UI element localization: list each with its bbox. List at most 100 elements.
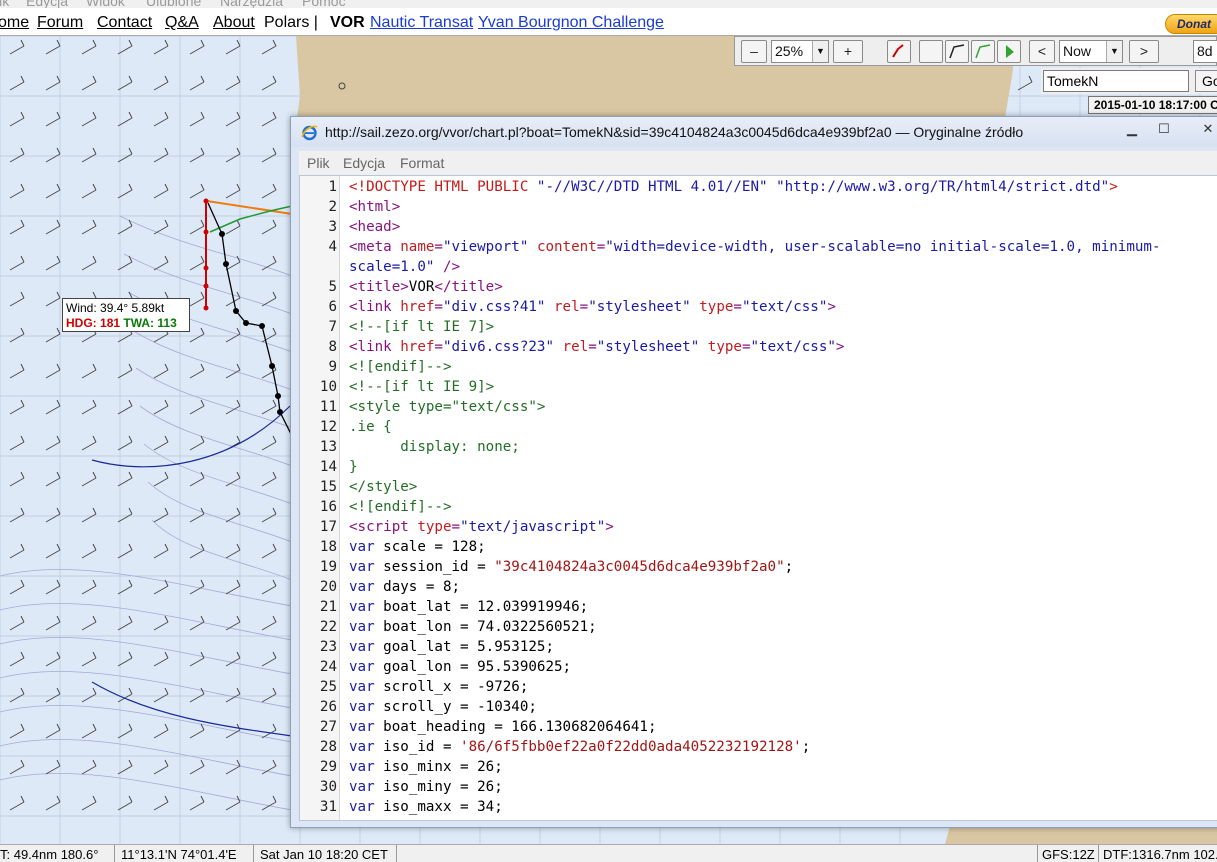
line-code: var scale = 128; xyxy=(349,539,486,555)
browser-menu-favorites[interactable]: Ulubione xyxy=(146,0,201,8)
source-menu-format[interactable]: Format xyxy=(400,155,444,171)
line-code: <html> xyxy=(349,199,401,215)
minimize-button[interactable]: ▁ xyxy=(1119,121,1145,139)
wind-barb-icon xyxy=(81,39,97,55)
time-select-value: Now xyxy=(1063,43,1092,59)
wind-barb-icon xyxy=(81,219,97,235)
nav-qa-link[interactable]: Q&A xyxy=(165,14,199,32)
wind-barb-icon xyxy=(9,147,25,163)
wind-barb-icon xyxy=(189,471,205,487)
wind-barb-icon xyxy=(189,219,205,235)
nav-contact-link[interactable]: Contact xyxy=(97,14,152,32)
wind-barb-icon xyxy=(45,795,61,811)
zoom-out-button[interactable]: – xyxy=(741,40,767,63)
boat-name-input[interactable]: TomekN xyxy=(1043,70,1189,92)
wind-barb-icon xyxy=(261,615,277,631)
code-line: 17 <script type="text/javascript"> xyxy=(300,517,1217,537)
code-line: 19 var session_id = "39c4104824a3c0045d6d… xyxy=(300,557,1217,577)
source-menu-file[interactable]: Plik xyxy=(307,155,330,171)
wind-barb-icon xyxy=(81,651,97,667)
wind-barb-icon xyxy=(81,255,97,271)
boat-tool-button[interactable] xyxy=(997,40,1021,63)
boat-track-line xyxy=(207,202,293,437)
hdg-value: 181 xyxy=(100,316,121,330)
line-number: 24 xyxy=(319,659,337,675)
wind-barb-icon xyxy=(153,507,169,523)
route-point xyxy=(203,283,209,289)
nav-home-link[interactable]: ome xyxy=(0,14,29,32)
wind-barb-icon xyxy=(45,651,61,667)
code-line: 6 <link href="div.css?41" rel="stylesheet… xyxy=(300,297,1217,317)
donate-button[interactable]: Donat xyxy=(1165,14,1217,34)
close-button[interactable]: ✕ xyxy=(1195,121,1217,139)
nav-forum-link[interactable]: Forum xyxy=(37,14,83,32)
line-number: 18 xyxy=(319,539,337,555)
wind-barb-icon xyxy=(189,615,205,631)
wind-barb-icon xyxy=(45,543,61,559)
wind-barb-icon xyxy=(261,219,277,235)
line-number: 23 xyxy=(319,639,337,655)
prev-time-button[interactable]: < xyxy=(1029,40,1055,63)
code-line: 1 <!DOCTYPE HTML PUBLIC "-//W3C//DTD HTML… xyxy=(300,177,1217,197)
time-select[interactable]: Now ▼ xyxy=(1059,40,1123,63)
line-number: 22 xyxy=(319,619,337,635)
wind-streamline xyxy=(0,773,293,811)
wind-barb-icon xyxy=(261,183,277,199)
line-code: <head> xyxy=(349,219,401,235)
line-number: 25 xyxy=(319,679,337,695)
line-code: } xyxy=(349,459,358,475)
wind-barb-icon xyxy=(9,579,25,595)
days-input[interactable]: 8d xyxy=(1193,40,1217,63)
maximize-button[interactable]: ☐ xyxy=(1151,121,1177,139)
red-route-icon xyxy=(892,44,904,58)
zoom-select[interactable]: 25% ▼ xyxy=(771,40,829,63)
browser-menu-tools[interactable]: Narzędzia xyxy=(220,0,283,8)
polyline-tool-button[interactable] xyxy=(945,40,969,63)
wind-barb-icon xyxy=(45,255,61,271)
wind-barb-icon xyxy=(81,183,97,199)
zoom-in-button[interactable]: + xyxy=(833,40,863,63)
wind-barb-icon xyxy=(261,291,277,307)
code-line: 2 <html> xyxy=(300,197,1217,217)
route-tool-button[interactable] xyxy=(887,40,911,63)
nav-race-yvan-bourgnon[interactable]: Yvan Bourgnon Challenge xyxy=(478,14,664,32)
nav-about-link[interactable]: About xyxy=(213,14,255,32)
next-time-button[interactable]: > xyxy=(1129,40,1159,63)
browser-menu-view[interactable]: Widok xyxy=(86,0,125,8)
line-number: 1 xyxy=(328,179,337,195)
green-line-tool-button[interactable] xyxy=(971,40,995,63)
line-code: <style type="text/css"> xyxy=(349,399,546,415)
wind-barb-icon xyxy=(225,543,241,559)
status-separator xyxy=(396,845,397,862)
browser-menu-edit[interactable]: Edycja xyxy=(26,0,68,8)
boat-go-button[interactable]: Go xyxy=(1195,70,1217,92)
nav-race-nautic-transat[interactable]: Nautic Transat xyxy=(370,14,473,32)
wind-barb-icon xyxy=(81,363,97,379)
line-code: var iso_maxx = 34; xyxy=(349,799,503,815)
line-code: var scroll_x = -9726; xyxy=(349,679,529,695)
browser-menu-file[interactable]: lik xyxy=(0,0,9,8)
line-code: <meta name="viewport" content="width=dev… xyxy=(349,239,1161,275)
source-menu-edit[interactable]: Edycja xyxy=(343,155,385,171)
wind-barb-icon xyxy=(45,39,61,55)
status-separator xyxy=(1037,845,1038,862)
source-code-view[interactable]: 1 <!DOCTYPE HTML PUBLIC "-//W3C//DTD HTML… xyxy=(299,175,1217,821)
wind-barb-icon xyxy=(45,291,61,307)
wind-barb-icon xyxy=(9,399,25,415)
browser-menu-help[interactable]: Pomoc xyxy=(302,0,346,8)
wind-barb-icon xyxy=(45,759,61,775)
wind-barb-icon xyxy=(9,327,25,343)
wind-barb-icon xyxy=(9,615,25,631)
nav-polars-link[interactable]: Polars | xyxy=(264,14,318,32)
wind-barb-icon xyxy=(261,399,277,415)
wind-barb-icon xyxy=(261,723,277,739)
line-number: 29 xyxy=(319,759,337,775)
status-time: Sat Jan 10 18:20 CET xyxy=(260,847,388,862)
code-line: 15 </style> xyxy=(300,477,1217,497)
source-window-titlebar[interactable]: http://sail.zezo.org/vvor/chart.pl?boat=… xyxy=(291,117,1217,147)
wind-barb-icon xyxy=(45,435,61,451)
blank-tool-button[interactable] xyxy=(919,40,943,63)
code-line: 29 var iso_minx = 26; xyxy=(300,757,1217,777)
wind-streamline xyxy=(0,637,293,675)
wind-barb-icon xyxy=(153,759,169,775)
